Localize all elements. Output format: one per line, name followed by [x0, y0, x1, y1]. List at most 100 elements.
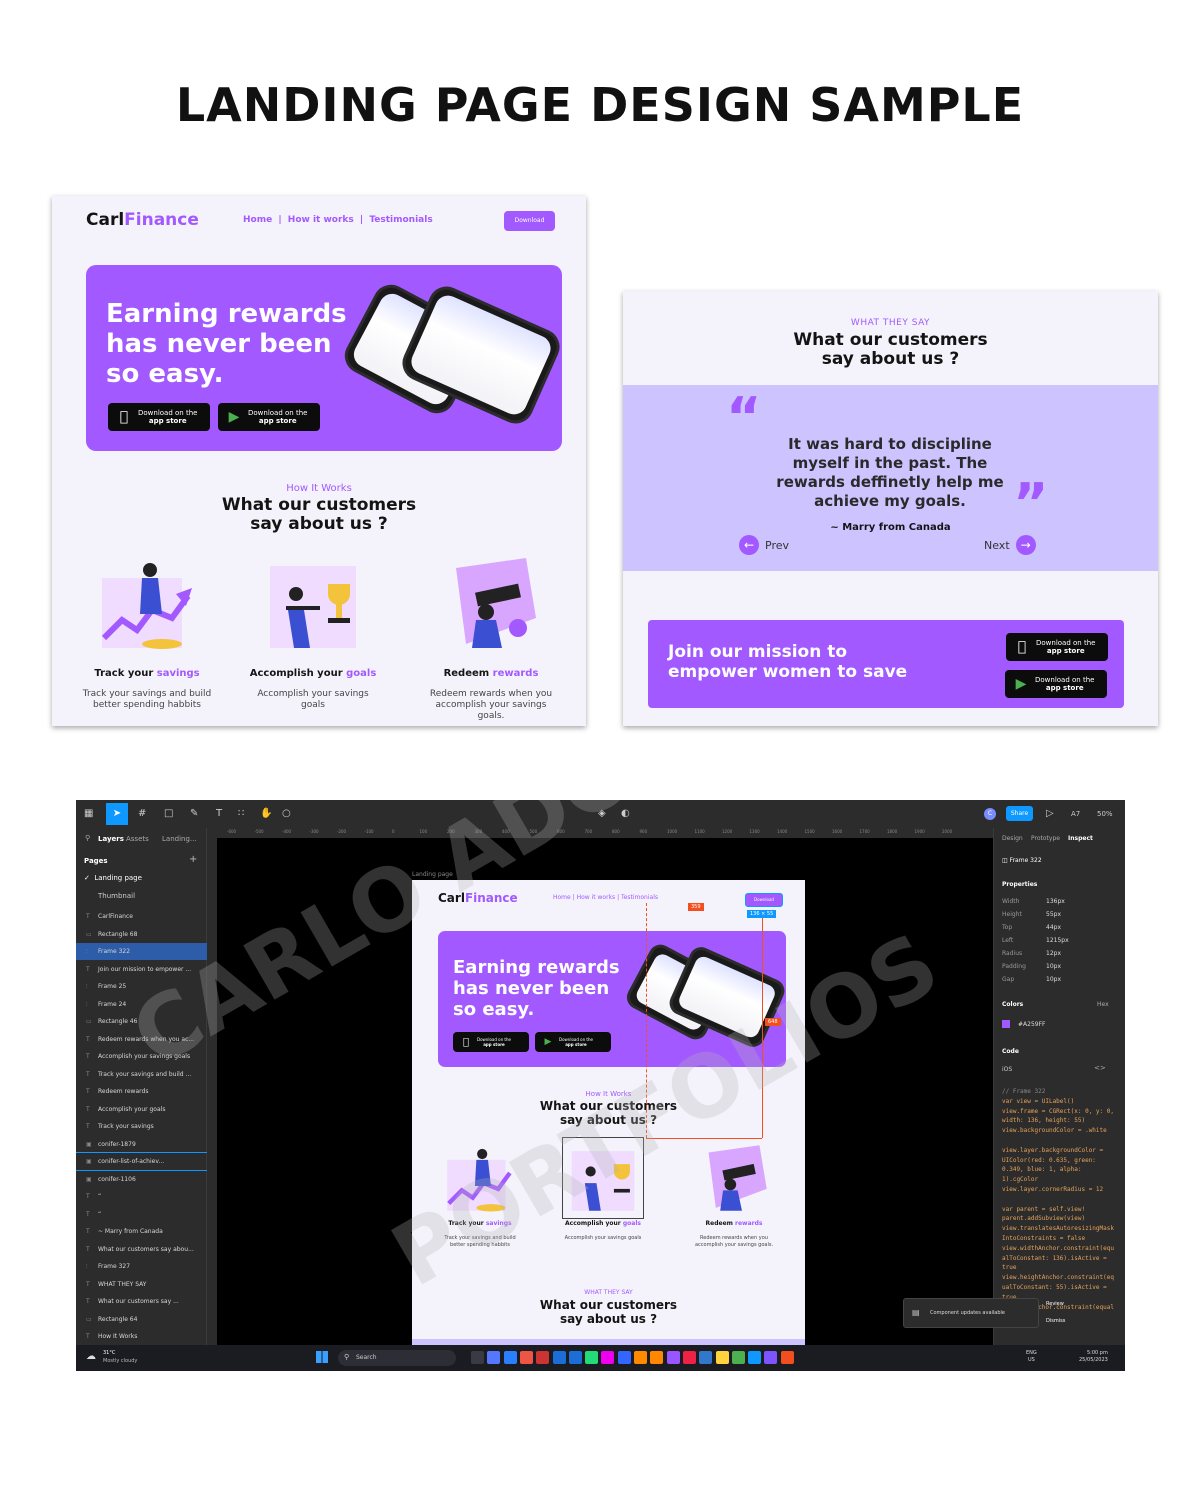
layer-item[interactable]: ⫶ Frame 322 — [76, 943, 207, 960]
taskbar-app-icon[interactable] — [731, 1351, 745, 1364]
property-value[interactable]: 44px — [1046, 924, 1061, 931]
layer-item[interactable]: T Track your savings — [76, 1118, 207, 1135]
layer-item[interactable]: T Redeem rewards when you ac... — [76, 1031, 207, 1048]
app-store-button[interactable]:  Download on theapp store — [453, 1032, 529, 1052]
layer-item[interactable]: T What our customers say abou... — [76, 1241, 207, 1258]
layer-item[interactable]: ▣ conifer-1106 — [76, 1171, 207, 1188]
property-value[interactable]: 55px — [1046, 911, 1061, 918]
google-play-button[interactable]: ▶ Download on the app store — [535, 1032, 611, 1052]
tab-prototype[interactable]: Prototype — [1031, 835, 1060, 842]
taskbar-app-icon[interactable] — [650, 1351, 664, 1364]
tab-assets[interactable]: Assets — [126, 835, 149, 843]
taskbar-app-icon[interactable] — [585, 1351, 599, 1364]
layer-item[interactable]: T WHAT THEY SAY — [76, 1276, 207, 1293]
code-language[interactable]: iOS — [1002, 1066, 1012, 1073]
layer-item[interactable]: ▭ Rectangle 46 — [76, 1013, 207, 1030]
search-icon[interactable]: ⚲ — [85, 834, 90, 842]
layer-item[interactable]: T “ — [76, 1188, 207, 1205]
layer-item[interactable]: T CarlFinance — [76, 908, 207, 925]
move-tool-icon[interactable]: ➤ — [106, 803, 128, 825]
resources-icon[interactable]: ∷ — [238, 808, 244, 819]
property-value[interactable]: 10px — [1046, 963, 1061, 970]
taskbar-app-icon[interactable] — [780, 1351, 794, 1364]
layer-item[interactable]: T Redeem rewards — [76, 1083, 207, 1100]
layer-item[interactable]: T Accomplish your goals — [76, 1101, 207, 1118]
pen-tool-icon[interactable]: ✎ — [190, 808, 198, 819]
taskbar-app-icon[interactable] — [634, 1351, 647, 1364]
taskbar-app-icon[interactable] — [568, 1351, 582, 1364]
add-page-icon[interactable]: + — [189, 854, 197, 865]
nav-testimonials[interactable]: Testimonials — [369, 215, 432, 225]
tab-inspect[interactable]: Inspect — [1068, 835, 1093, 842]
present-icon[interactable]: ▷ — [1046, 808, 1054, 819]
layer-item[interactable]: ▭ Rectangle 64 — [76, 1311, 207, 1328]
taskbar-app-icon[interactable] — [552, 1351, 566, 1364]
layer-item[interactable]: T Track your savings and build ... — [76, 1066, 207, 1083]
text-tool-icon[interactable]: T — [216, 808, 222, 819]
google-play-button[interactable]: ▶ Download on the app store — [218, 403, 320, 431]
property-value[interactable]: 10px — [1046, 976, 1061, 983]
taskbar-search[interactable]: ⚲ Search — [338, 1350, 456, 1366]
contrast-icon[interactable]: ◐ — [621, 808, 630, 819]
app-store-button[interactable]:  Download on theapp store — [108, 403, 210, 431]
next-button[interactable]: Next → — [984, 535, 1036, 555]
figma-menu-icon[interactable]: ▦ — [84, 808, 93, 819]
page-item[interactable]: Thumbnail — [98, 892, 135, 900]
property-value[interactable]: 1215px — [1046, 937, 1069, 944]
layer-item[interactable]: ⫶ Frame 25 — [76, 978, 207, 995]
taskbar-app-icon[interactable] — [617, 1351, 631, 1364]
copy-code-icon[interactable]: <> — [1094, 1064, 1106, 1072]
tab-page[interactable]: Landing... — [162, 835, 197, 843]
google-play-button[interactable]: ▶ Download on the app store — [1005, 670, 1107, 698]
nav-how[interactable]: How it works — [577, 894, 616, 901]
page-item[interactable]: ✓ Landing page — [84, 874, 142, 882]
nav-home[interactable]: Home — [243, 215, 272, 225]
layer-item[interactable]: ⫶ Frame 24 — [76, 996, 207, 1013]
taskbar-app-icon[interactable] — [666, 1351, 680, 1364]
frame-tool-icon[interactable]: # — [138, 808, 146, 819]
tab-design[interactable]: Design — [1002, 835, 1023, 842]
download-button[interactable]: Download — [745, 893, 783, 907]
layer-item[interactable]: T “ — [76, 1206, 207, 1223]
zoom-level[interactable]: 50% — [1097, 810, 1113, 818]
taskbar-app-icon[interactable] — [682, 1351, 696, 1364]
layer-item[interactable]: ▣ conifer-list-of-achiev... — [76, 1152, 208, 1171]
shape-tool-icon[interactable]: □ — [164, 808, 173, 819]
color-hex[interactable]: #A259FF — [1018, 1021, 1046, 1028]
layer-item[interactable]: T What our customers say ... — [76, 1293, 207, 1310]
colors-mode[interactable]: Hex — [1097, 1001, 1109, 1008]
taskbar-app-icon[interactable] — [764, 1351, 778, 1364]
taskbar-app-icon[interactable] — [487, 1351, 501, 1364]
taskbar-app-icon[interactable] — [748, 1351, 762, 1364]
taskbar-app-icon[interactable] — [503, 1351, 517, 1364]
dismiss-button[interactable]: Dismiss — [1046, 1318, 1065, 1324]
property-value[interactable]: 12px — [1046, 950, 1061, 957]
layer-item[interactable]: ▭ Rectangle 68 — [76, 926, 207, 943]
prev-button[interactable]: ← Prev — [739, 535, 789, 555]
nav-testimonials[interactable]: Testimonials — [621, 894, 658, 901]
taskbar-app-icon[interactable] — [471, 1351, 484, 1364]
taskbar-app-icon[interactable] — [715, 1351, 729, 1364]
download-button[interactable]: Download — [504, 211, 555, 231]
layer-item[interactable]: ⫶ Frame 327 — [76, 1258, 207, 1275]
layer-item[interactable]: T Join our mission to empower ... — [76, 961, 207, 978]
windows-start-icon[interactable] — [316, 1351, 328, 1363]
color-swatch[interactable] — [1002, 1020, 1010, 1028]
layer-item[interactable]: ▣ conifer-1879 — [76, 1136, 207, 1153]
layer-item[interactable]: T How It Works — [76, 1328, 207, 1345]
nav-how[interactable]: How it works — [288, 215, 354, 225]
property-value[interactable]: 136px — [1046, 898, 1065, 905]
comment-icon[interactable]: ○ — [282, 808, 291, 819]
app-store-button[interactable]:  Download on theapp store — [1006, 633, 1108, 661]
taskbar-app-icon[interactable] — [519, 1351, 533, 1364]
tab-layers[interactable]: Layers — [98, 835, 124, 843]
component-icon[interactable]: ◈ — [598, 808, 606, 819]
hand-tool-icon[interactable]: ✋ — [260, 808, 272, 819]
share-button[interactable]: Share — [1006, 806, 1033, 821]
layer-item[interactable]: T ~ Marry from Canada — [76, 1223, 207, 1240]
layer-item[interactable]: T Accomplish your savings goals — [76, 1048, 207, 1065]
taskbar-app-icon[interactable] — [536, 1351, 550, 1364]
review-button[interactable]: Review — [1046, 1301, 1064, 1307]
nav-home[interactable]: Home — [553, 894, 571, 901]
taskbar-app-icon[interactable] — [699, 1351, 713, 1364]
